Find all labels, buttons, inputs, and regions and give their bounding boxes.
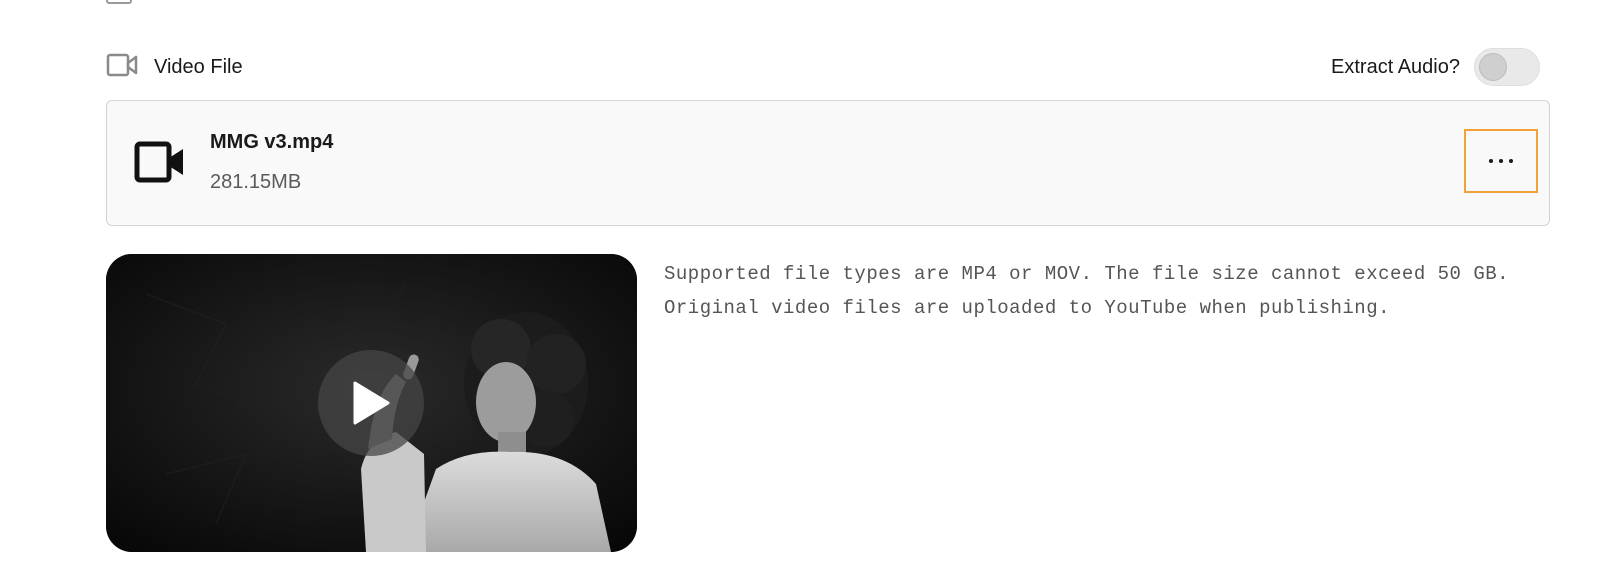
extract-audio-control: Extract Audio? bbox=[1331, 48, 1540, 86]
extract-audio-toggle[interactable] bbox=[1474, 48, 1540, 86]
previous-section-checkbox[interactable] bbox=[106, 0, 132, 4]
play-button[interactable] bbox=[318, 350, 424, 456]
play-icon bbox=[353, 381, 390, 425]
file-options-button[interactable] bbox=[1464, 129, 1538, 193]
video-preview[interactable] bbox=[106, 254, 637, 552]
file-size: 281.15MB bbox=[210, 171, 302, 193]
file-requirements-text: Supported file types are MP4 or MOV. The… bbox=[664, 257, 1509, 325]
section-title-group: Video File bbox=[106, 51, 243, 84]
uploaded-file-card: MMG v3.mp4 281.15MB bbox=[106, 100, 1550, 226]
help-line-2: Original video files are uploaded to You… bbox=[664, 297, 1391, 319]
toggle-knob bbox=[1479, 53, 1507, 81]
more-horizontal-icon bbox=[1489, 159, 1513, 163]
video-file-header: Video File Extract Audio? bbox=[106, 46, 1540, 88]
file-name: MMG v3.mp4 bbox=[210, 131, 334, 153]
video-file-panel: Video File Extract Audio? MMG v3.mp4 281… bbox=[0, 0, 1600, 577]
video-camera-icon bbox=[134, 141, 186, 188]
section-title: Video File bbox=[154, 55, 243, 78]
video-camera-outline-icon bbox=[106, 51, 138, 84]
extract-audio-label: Extract Audio? bbox=[1331, 55, 1460, 78]
help-line-1: Supported file types are MP4 or MOV. The… bbox=[664, 263, 1510, 285]
